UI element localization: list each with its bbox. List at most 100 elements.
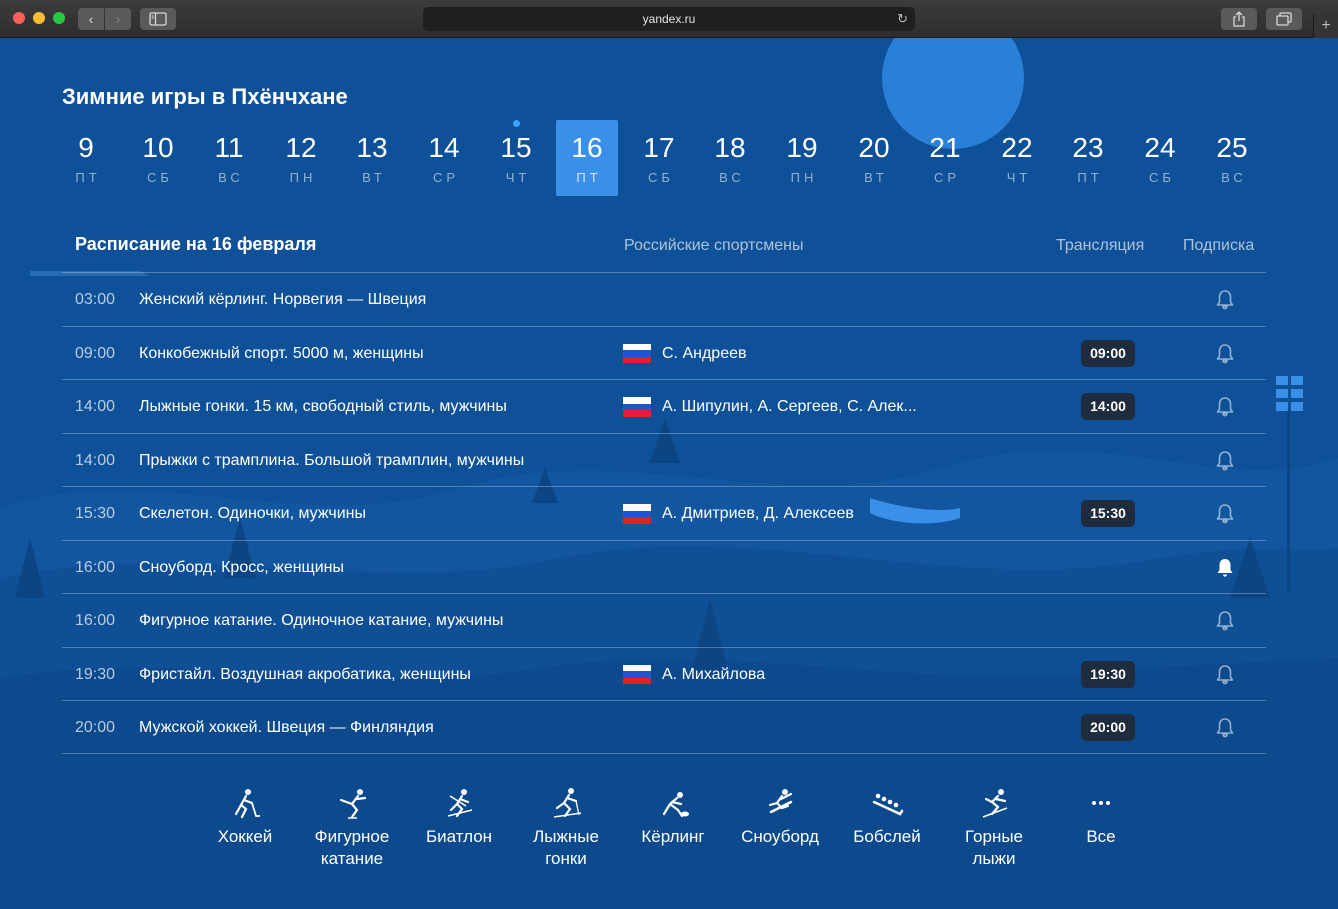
event-time: 14:00 [75,451,116,469]
sport-more[interactable]: Все [1051,786,1151,848]
russian-athletes: А. Михайлова [662,665,766,683]
address-bar[interactable]: yandex.ru ↻ [423,7,915,31]
date-weekday: СР [933,170,961,185]
event-time: 16:00 [75,612,116,629]
sport-hockey[interactable]: Хоккей [195,786,295,848]
event-name[interactable]: Прыжки с трамплина. Большой трамплин, му… [139,452,524,470]
date-25[interactable]: 25 ВС [1201,120,1263,196]
date-24[interactable]: 24 СБ [1129,120,1191,196]
close-window-button[interactable] [13,12,25,24]
date-weekday: ВС [719,170,745,185]
bell-icon[interactable] [1213,449,1237,473]
sport-cross-country-skiing[interactable]: Лыжные гонки [516,786,616,870]
date-16[interactable]: 16 ПТ [556,120,618,196]
olympics-page: Зимние игры в Пхёнчхане 9 ПТ 10 СБ 11 ВС 12 ПН 1… [0,38,1338,909]
alpine-skiing-icon [982,789,1008,818]
date-weekday: ЧТ [1006,170,1032,185]
date-number: 12 [285,132,317,163]
event-name[interactable]: Фигурное катание. Одиночное катание, муж… [139,612,503,630]
date-19[interactable]: 19 ПН [771,120,833,196]
schedule-row: 14:00 Лыжные гонки. 15 км, свободный стил… [62,379,1266,433]
date-number: 19 [786,132,818,163]
share-icon [1233,11,1245,27]
date-17[interactable]: 17 СБ [628,120,690,196]
date-10[interactable]: 10 СБ [127,120,189,196]
event-name[interactable]: Фристайл. Воздушная акробатика, женщины [139,666,471,684]
sport-label: Бобслей [853,827,921,846]
back-button[interactable]: ‹ [78,8,104,30]
date-weekday: СБ [1149,170,1175,185]
share-button[interactable] [1221,8,1257,30]
broadcast-button[interactable]: 19:30 [1081,660,1135,688]
show-tabs-button[interactable] [1266,8,1302,30]
sport-curling[interactable]: Кёрлинг [623,786,723,848]
date-14[interactable]: 14 СР [413,120,475,196]
broadcast-button[interactable]: 15:30 [1081,500,1135,527]
bell-filled-icon[interactable] [1213,556,1237,580]
date-weekday: ПТ [576,170,602,185]
column-header-broadcast: Трансляция [1056,237,1145,254]
schedule-row: 19:30 Фристайл. Воздушная акробатика, жен… [62,646,1266,701]
event-time: 16:00 [75,558,116,576]
date-15[interactable]: 15 ЧТ [485,120,547,196]
zoom-window-button[interactable] [53,12,65,24]
bell-icon[interactable] [1213,395,1237,419]
sidebar-toggle-button[interactable] [140,8,176,30]
sport-figure-skating[interactable]: Фигурное катание [302,786,402,870]
date-number: 23 [1072,132,1104,163]
date-21[interactable]: 21 СР [914,120,976,196]
date-11[interactable]: 11 ВС [198,120,260,196]
bell-icon[interactable] [1213,609,1237,633]
broadcast-button[interactable]: 09:00 [1081,339,1135,367]
sport-label: Фигурное катание [314,827,390,868]
bell-icon[interactable] [1213,716,1237,740]
reload-icon[interactable]: ↻ [897,7,908,31]
sport-snowboard[interactable]: Сноуборд [730,786,830,848]
date-13[interactable]: 13 ВТ [341,120,403,196]
date-22[interactable]: 22 ЧТ [986,120,1048,196]
bell-icon[interactable] [1213,663,1237,687]
event-name[interactable]: Женский кёрлинг. Норвегия — Швеция [139,291,426,309]
event-time: 09:00 [75,344,116,362]
date-20[interactable]: 20 ВТ [843,120,905,196]
event-name[interactable]: Мужской хоккей. Швеция — Финляндия [139,719,434,737]
date-weekday: СР [432,170,460,185]
broadcast-button[interactable]: 20:00 [1081,714,1135,741]
date-9[interactable]: 9 ПТ [55,120,117,196]
sport-alpine-skiing[interactable]: Горные лыжи [944,786,1044,870]
date-weekday: ПТ [1077,170,1103,185]
minimize-window-button[interactable] [33,12,45,24]
date-number: 16 [571,132,603,163]
schedule-row: 03:00 Женский кёрлинг. Норвегия — Швеция [62,272,1266,326]
event-time: 14:00 [75,398,116,415]
event-name[interactable]: Сноуборд. Кросс, женщины [139,559,344,577]
bell-icon[interactable] [1213,342,1237,366]
date-12[interactable]: 12 ПН [270,120,332,196]
figure-skating-icon [339,789,367,819]
bell-icon[interactable] [1213,502,1237,526]
event-time: 15:30 [75,505,116,522]
date-23[interactable]: 23 ПТ [1057,120,1119,196]
event-name[interactable]: Лыжные гонки. 15 км, свободный стиль, му… [139,398,507,416]
russia-flag-icon [623,504,651,524]
sport-label: Хоккей [217,827,273,846]
schedule-row: 16:00 Фигурное катание. Одиночное катание… [62,593,1266,647]
snowboard-icon [768,789,793,814]
new-tab-button[interactable]: + [1313,14,1338,38]
bell-icon[interactable] [1213,288,1237,312]
date-number: 18 [714,132,746,163]
broadcast-button[interactable]: 14:00 [1081,393,1135,420]
russia-flag-icon [623,664,651,685]
sport-biathlon[interactable]: Биатлон [409,786,509,848]
date-number: 10 [142,132,174,163]
russian-athletes: С. Андреев [662,344,747,362]
schedule-row: 14:00 Прыжки с трамплина. Большой трампли… [62,432,1266,487]
date-weekday: ВС [218,170,244,185]
biathlon-icon [447,789,473,818]
date-18[interactable]: 18 ВС [699,120,761,196]
sport-bobsleigh[interactable]: Бобслей [837,786,937,848]
hockey-icon [234,789,260,819]
event-name[interactable]: Скелетон. Одиночки, мужчины [139,505,366,523]
forward-button[interactable]: › [105,8,131,30]
event-name[interactable]: Конкобежный спорт. 5000 м, женщины [139,345,424,363]
